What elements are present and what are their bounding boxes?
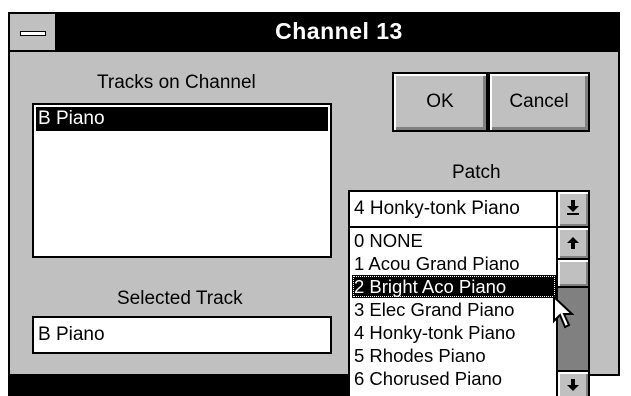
patch-label: Patch <box>452 162 501 183</box>
patch-combo-box[interactable]: 4 Honky-tonk Piano <box>348 190 590 228</box>
scroll-down-arrow-icon <box>567 379 579 391</box>
system-menu-button[interactable] <box>8 12 58 52</box>
track-list-item[interactable]: B Piano <box>36 107 328 131</box>
patch-option[interactable]: 4 Honky-tonk Piano <box>352 321 556 344</box>
window-shadow-edge <box>8 376 356 396</box>
selected-track-field[interactable]: B Piano <box>32 316 332 354</box>
patch-option[interactable]: 0 NONE <box>352 229 556 252</box>
ok-button[interactable]: OK <box>392 72 488 132</box>
window-title: Channel 13 <box>275 18 403 44</box>
patch-current-value: 4 Honky-tonk Piano <box>354 198 520 219</box>
patch-option[interactable]: 5 Rhodes Piano <box>352 344 556 367</box>
patch-dropdown-button[interactable] <box>556 192 588 226</box>
tracks-on-channel-label: Tracks on Channel <box>97 72 256 93</box>
selected-track-label: Selected Track <box>117 288 243 309</box>
cancel-button[interactable]: Cancel <box>488 72 590 132</box>
patch-option[interactable]: 1 Acou Grand Piano <box>352 252 556 275</box>
patch-option[interactable]: 3 Elec Grand Piano <box>352 298 556 321</box>
system-menu-icon <box>20 31 46 36</box>
scroll-up-button[interactable] <box>558 228 588 260</box>
mouse-pointer-icon <box>553 296 575 329</box>
patch-option[interactable]: 6 Chorused Piano <box>352 367 556 390</box>
patch-option-highlighted[interactable]: 2 Bright Aco Piano <box>352 275 556 298</box>
scroll-up-arrow-icon <box>567 237 579 249</box>
dialog-window: Channel 13 Tracks on Channel B Piano Sel… <box>0 0 631 396</box>
scroll-down-button[interactable] <box>558 370 588 396</box>
combo-dropdown-arrow-icon <box>567 200 579 215</box>
tracks-listbox[interactable]: B Piano <box>32 103 332 258</box>
scroll-thumb[interactable] <box>558 260 588 288</box>
